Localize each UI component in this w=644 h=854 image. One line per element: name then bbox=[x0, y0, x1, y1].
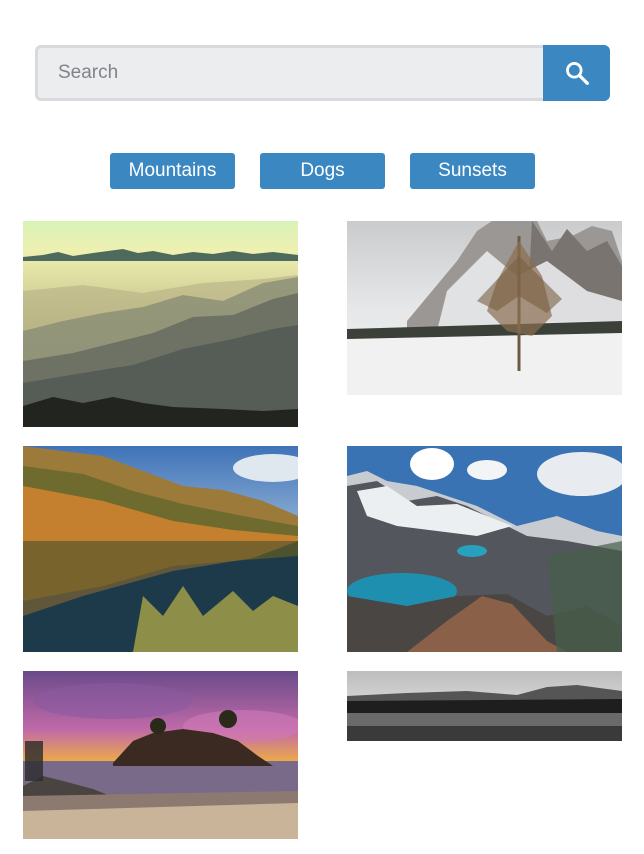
photo-glacial-peaks[interactable] bbox=[347, 446, 622, 652]
photo-image bbox=[347, 446, 622, 652]
photo-image bbox=[23, 221, 298, 427]
photo-snowy-tree[interactable] bbox=[347, 221, 622, 395]
filter-button-mountains[interactable]: Mountains bbox=[110, 153, 235, 189]
filter-button-dogs[interactable]: Dogs bbox=[260, 153, 385, 189]
search-icon bbox=[565, 62, 589, 85]
photo-monochrome-field[interactable] bbox=[347, 671, 622, 741]
search-bar bbox=[35, 45, 610, 101]
photo-image bbox=[23, 671, 298, 839]
photo-image bbox=[347, 671, 622, 741]
photo-sunset-islet[interactable] bbox=[23, 671, 298, 839]
photo-lake-reflection[interactable] bbox=[23, 446, 298, 652]
search-input[interactable] bbox=[35, 45, 543, 101]
search-button[interactable] bbox=[543, 45, 610, 101]
photo-misty-mountains[interactable] bbox=[23, 221, 298, 427]
photo-image bbox=[347, 221, 622, 395]
photo-image bbox=[23, 446, 298, 652]
filter-button-sunsets[interactable]: Sunsets bbox=[410, 153, 535, 189]
